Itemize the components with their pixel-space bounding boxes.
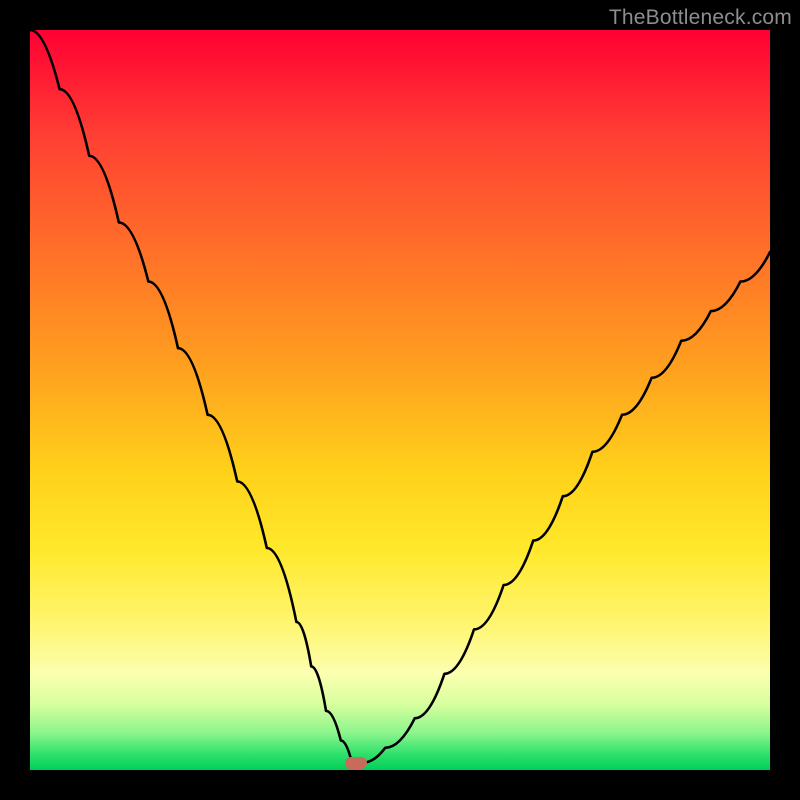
- watermark-text: TheBottleneck.com: [609, 6, 792, 30]
- minimum-marker: [345, 757, 367, 769]
- chart-frame: TheBottleneck.com: [0, 0, 800, 800]
- plot-area: [30, 30, 770, 770]
- curve-path: [30, 30, 770, 763]
- bottleneck-curve: [30, 30, 770, 770]
